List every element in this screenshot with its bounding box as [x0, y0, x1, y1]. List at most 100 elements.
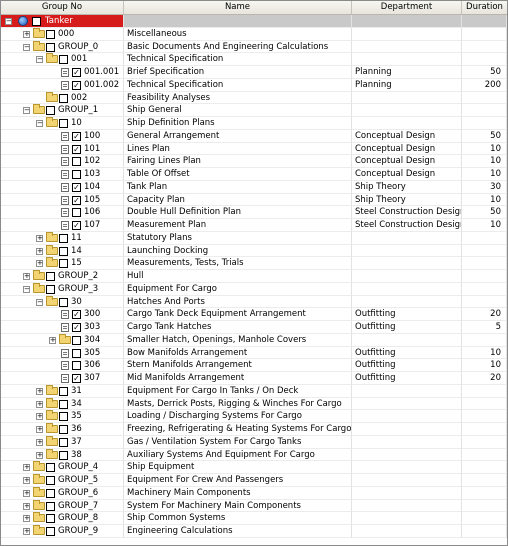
tree-row[interactable]: +37 Gas / Ventilation System For Cargo Ta…	[1, 435, 507, 449]
tree-row[interactable]: − GROUP_3 Equipment For Cargo	[1, 282, 507, 296]
tree-row[interactable]: ✓ 100 General Arrangement Conceptual Design…	[1, 129, 507, 143]
tree-row[interactable]: ✓ 001.002 Technical Specification Planning 2…	[1, 78, 507, 92]
tree-row[interactable]: ✓ 303 Cargo Tank Hatches Outfitting 5	[1, 321, 507, 334]
checkbox[interactable]	[59, 119, 68, 128]
expand-icon[interactable]: +	[49, 336, 56, 344]
expand-icon[interactable]: +	[36, 438, 43, 446]
collapse-icon[interactable]: −	[36, 298, 43, 306]
tree-row[interactable]: +34 Masts, Derrick Posts, Rigging & Winch…	[1, 397, 507, 411]
expand-icon[interactable]: +	[36, 426, 43, 433]
checkbox[interactable]	[59, 233, 68, 243]
collapse-icon[interactable]: −	[36, 120, 43, 127]
checkbox[interactable]	[46, 463, 55, 473]
tree-row[interactable]: ✓ 001.001 Brief Specification Planning 50	[1, 66, 507, 79]
checkbox[interactable]	[59, 425, 68, 434]
collapse-icon[interactable]: −	[5, 18, 12, 25]
tree-row[interactable]: ✓ 104 Tank Plan Ship Theory 30	[1, 180, 507, 194]
checkbox[interactable]	[46, 272, 55, 281]
checkbox[interactable]	[46, 42, 55, 52]
tree-row[interactable]: ✓ 300 Cargo Tank Deck Equipment Arrangemen…	[1, 308, 507, 321]
tree-row[interactable]: + GROUP_9 Engineering Calculations	[1, 525, 507, 538]
checkbox-checked[interactable]: ✓	[72, 323, 81, 332]
expand-icon[interactable]: +	[23, 502, 30, 510]
checkbox[interactable]	[59, 450, 68, 460]
expand-icon[interactable]: +	[23, 273, 30, 280]
checkbox[interactable]	[72, 335, 81, 345]
tree-row[interactable]: − 30 Hatches And Ports	[1, 295, 507, 309]
tree-row[interactable]: − 10 Ship Definition Plans	[1, 117, 507, 130]
tree-row-root[interactable]: − Tanker	[1, 15, 507, 28]
tree-row[interactable]: + GROUP_5 Equipment For Crew And Passenger…	[1, 474, 507, 487]
tree-row[interactable]: 103 Table Of Offset Conceptual Design 10	[1, 168, 507, 181]
checkbox[interactable]	[59, 93, 68, 103]
tree-row[interactable]: ✓ 307 Mid Manifolds Arrangement Outfitting 2…	[1, 372, 507, 385]
tree-row[interactable]: +11 Statutory Plans	[1, 231, 507, 245]
checkbox-checked[interactable]: ✓	[72, 374, 81, 383]
collapse-icon[interactable]: −	[23, 43, 30, 51]
checkbox[interactable]	[59, 297, 68, 307]
checkbox-checked[interactable]: ✓	[72, 310, 81, 320]
checkbox-checked[interactable]: ✓	[72, 182, 81, 192]
checkbox[interactable]	[72, 157, 81, 167]
checkbox[interactable]	[46, 501, 55, 511]
tree-row[interactable]: + GROUP_4 Ship Equipment	[1, 461, 507, 474]
checkbox[interactable]	[72, 208, 81, 218]
tree-row[interactable]: 305 Bow Manifolds Arrangement Outfitting 10	[1, 346, 507, 360]
tree-row[interactable]: 106 Double Hull Definition Plan Steel Cons…	[1, 206, 507, 219]
checkbox[interactable]	[59, 386, 68, 396]
expand-icon[interactable]: +	[23, 489, 30, 497]
column-header-name[interactable]: Name	[124, 1, 352, 14]
checkbox[interactable]	[46, 106, 55, 116]
checkbox[interactable]	[59, 399, 68, 409]
expand-icon[interactable]: +	[23, 30, 30, 38]
checkbox[interactable]	[59, 246, 68, 256]
checkbox[interactable]	[32, 17, 41, 26]
checkbox[interactable]	[46, 284, 55, 294]
expand-icon[interactable]: +	[36, 234, 43, 242]
tree-row[interactable]: + GROUP_2 Hull	[1, 270, 507, 283]
checkbox[interactable]	[46, 527, 55, 536]
checkbox[interactable]	[46, 488, 55, 498]
tree-row[interactable]: +304 Smaller Hatch, Openings, Manhole Cov…	[1, 333, 507, 347]
tree-row[interactable]: +35 Loading / Discharging Systems For Car…	[1, 410, 507, 423]
expand-icon[interactable]: +	[23, 464, 30, 472]
expand-icon[interactable]: +	[36, 247, 43, 255]
checkbox[interactable]	[72, 361, 81, 371]
expand-icon[interactable]: +	[36, 413, 43, 421]
collapse-icon[interactable]: −	[23, 107, 30, 115]
checkbox[interactable]	[59, 55, 68, 65]
tree-row[interactable]: +14 Launching Docking	[1, 244, 507, 258]
expand-icon[interactable]: +	[36, 387, 43, 395]
checkbox[interactable]	[46, 476, 55, 485]
tree-row[interactable]: ✓ 105 Capacity Plan Ship Theory 10	[1, 193, 507, 207]
expand-icon[interactable]: +	[23, 528, 30, 535]
tree-row[interactable]: − GROUP_1 Ship General	[1, 104, 507, 117]
tree-row[interactable]: +31 Equipment For Cargo In Tanks / On Dec…	[1, 384, 507, 398]
tree-row[interactable]: + GROUP_8 Ship Common Systems	[1, 512, 507, 525]
column-header-group-no[interactable]: Group No	[1, 1, 124, 14]
checkbox-checked[interactable]: ✓	[72, 221, 81, 230]
tree-row[interactable]: +000 Miscellaneous	[1, 27, 507, 41]
checkbox[interactable]	[59, 412, 68, 422]
checkbox-checked[interactable]: ✓	[72, 68, 81, 77]
tree-row[interactable]: + GROUP_7 System For Machinery Main Compon…	[1, 499, 507, 513]
tree-row[interactable]: − 001 Technical Specification	[1, 53, 507, 66]
checkbox[interactable]	[72, 170, 81, 179]
expand-icon[interactable]: +	[36, 451, 43, 459]
expand-icon[interactable]: +	[23, 477, 30, 484]
expand-icon[interactable]: +	[36, 260, 43, 268]
checkbox[interactable]	[59, 437, 68, 447]
tree-row[interactable]: − GROUP_0 Basic Documents And Engineering …	[1, 40, 507, 54]
tree-row[interactable]: + GROUP_6 Machinery Main Components	[1, 486, 507, 500]
collapse-icon[interactable]: −	[36, 56, 43, 64]
checkbox[interactable]	[59, 259, 68, 269]
tree-row[interactable]: ✓ 101 Lines Plan Conceptual Design 10	[1, 142, 507, 156]
tree-row[interactable]: +38 Auxiliary Systems And Equipment For C…	[1, 448, 507, 462]
expand-icon[interactable]: +	[23, 515, 30, 523]
tree-row[interactable]: 002 Feasibility Analyses	[1, 91, 507, 105]
tree-row[interactable]: 306 Stern Manifolds Arrangement Outfitting…	[1, 359, 507, 372]
column-header-duration[interactable]: Duration	[462, 1, 507, 14]
tree-row[interactable]: +36 Freezing, Refrigerating & Heating Sys…	[1, 423, 507, 436]
checkbox[interactable]	[46, 514, 55, 524]
tree-row[interactable]: ✓ 107 Measurement Plan Steel Construction D…	[1, 219, 507, 232]
